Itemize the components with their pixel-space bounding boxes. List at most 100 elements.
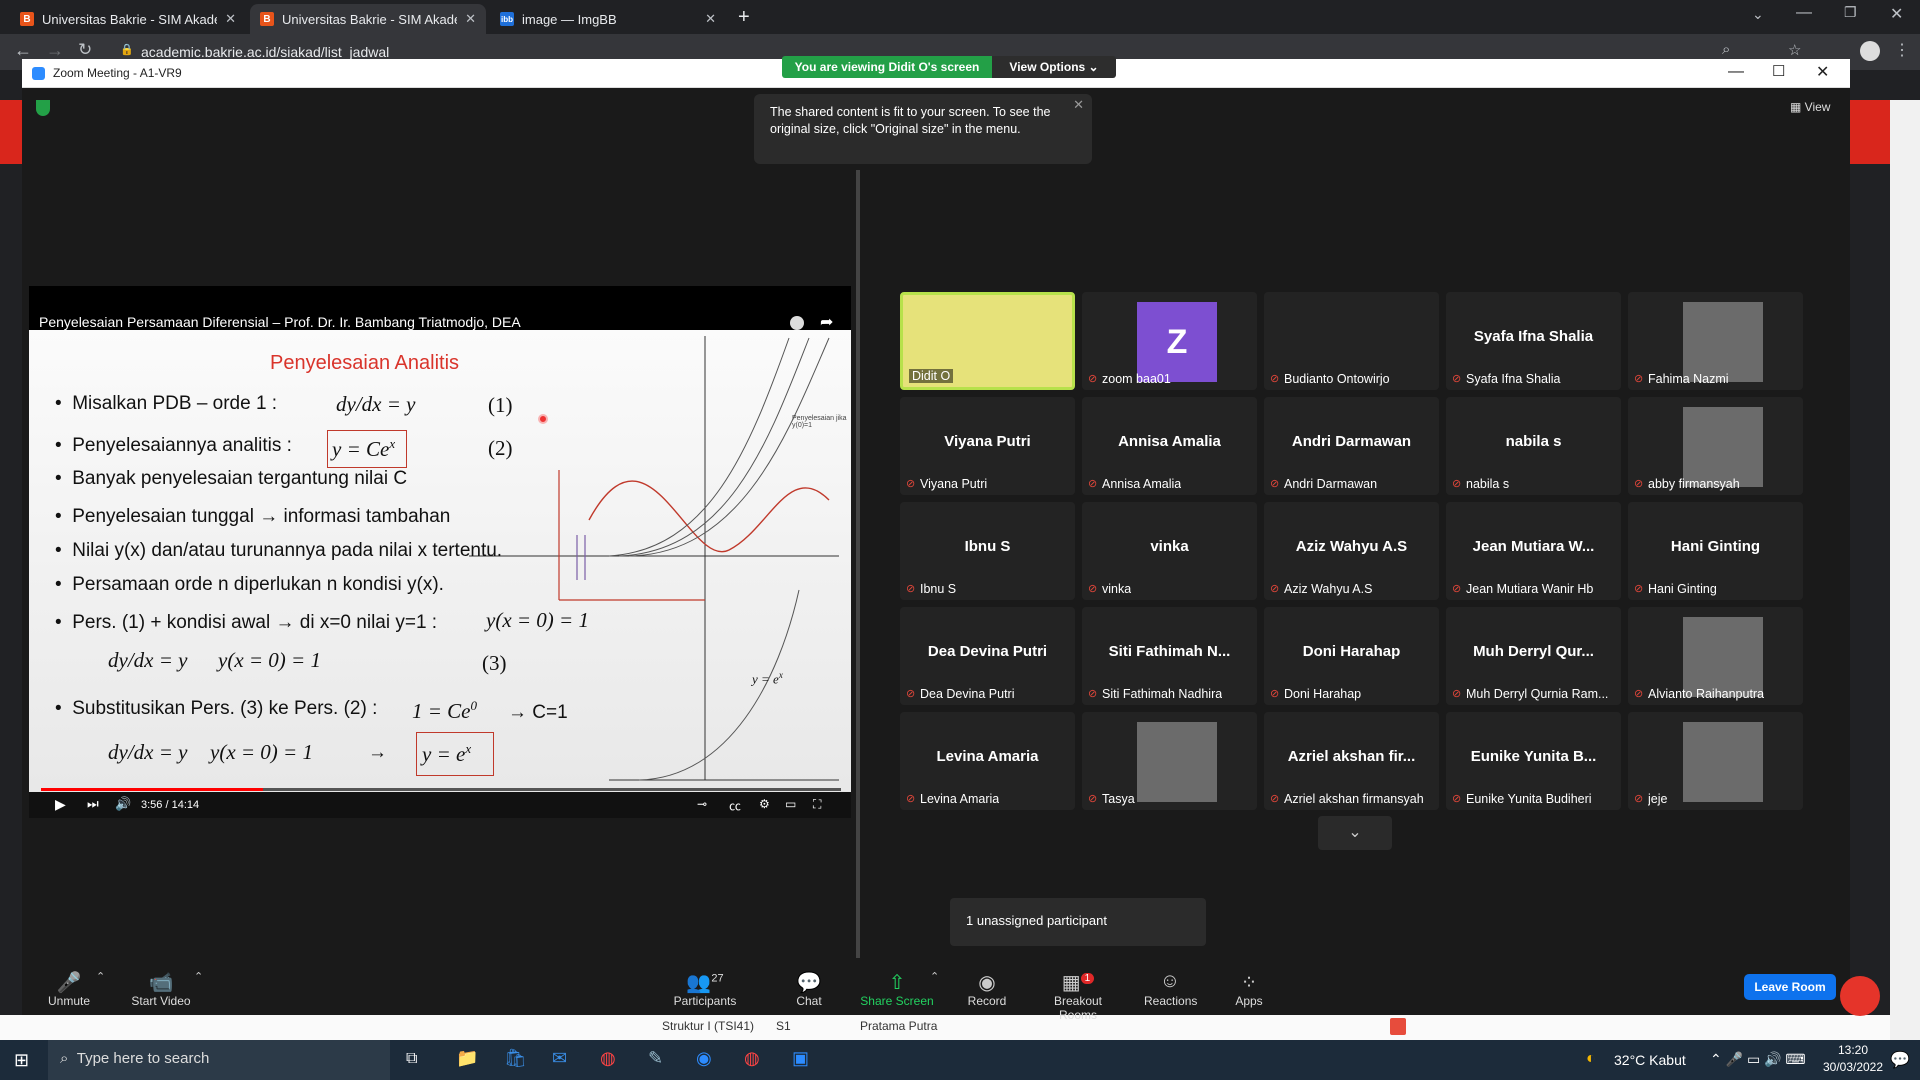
- participant-tile[interactable]: Hani Ginting ⊘ Hani Ginting: [1628, 502, 1803, 600]
- file-explorer-icon[interactable]: 📁: [456, 1048, 478, 1069]
- volume-icon[interactable]: 🔊: [115, 796, 131, 812]
- gallery-next-page-chevron-down-icon[interactable]: ⌄: [1318, 816, 1392, 850]
- tooltip-close-icon[interactable]: ✕: [1073, 96, 1084, 113]
- apps-button[interactable]: ⁘ Apps: [1234, 970, 1264, 1008]
- profile-avatar[interactable]: [1860, 41, 1880, 61]
- participant-tile[interactable]: Dea Devina Putri ⊘ Dea Devina Putri: [900, 607, 1075, 705]
- participant-tile[interactable]: Ibnu S ⊘ Ibnu S: [900, 502, 1075, 600]
- close-tab-icon[interactable]: ✕: [225, 11, 236, 27]
- participant-tile[interactable]: Muh Derryl Qur... ⊘ Muh Derryl Qurnia Ram.…: [1446, 607, 1621, 705]
- zoom-search-icon[interactable]: ⌕: [1722, 41, 1730, 58]
- watch-later-icon[interactable]: [790, 316, 804, 330]
- lock-icon[interactable]: 🔒: [120, 43, 134, 56]
- record-button[interactable]: ◉ Record: [966, 970, 1008, 1008]
- share-arrow-icon[interactable]: ➦: [820, 312, 833, 332]
- participant-tile[interactable]: Siti Fathimah N... ⊘ Siti Fathimah Nadhira: [1082, 607, 1257, 705]
- chrome-profile-icon[interactable]: ◍: [744, 1048, 760, 1069]
- unassigned-participant-popup[interactable]: 1 unassigned participant: [950, 898, 1206, 946]
- zoom-minimize-icon[interactable]: —: [1728, 63, 1744, 81]
- url-field[interactable]: academic.bakrie.ac.id/siakad/list_jadwal: [141, 44, 389, 60]
- weather-text[interactable]: 32°C Kabut: [1614, 1052, 1686, 1068]
- meeting-toolbar: [22, 958, 1850, 1015]
- share-options-chevron-icon[interactable]: ⌃: [930, 970, 939, 983]
- browser-tab-active[interactable]: B Universitas Bakrie - SIM Akadem ✕: [250, 4, 486, 34]
- next-icon[interactable]: ⏭: [87, 796, 99, 812]
- participant-tile[interactable]: Levina Amaria ⊘ Levina Amaria: [900, 712, 1075, 810]
- participant-tile[interactable]: Eunike Yunita B... ⊘ Eunike Yunita Budiher…: [1446, 712, 1621, 810]
- browser-tab[interactable]: B Universitas Bakrie - SIM Akadem ✕: [10, 4, 246, 34]
- participant-tile[interactable]: Doni Harahap ⊘ Doni Harahap: [1264, 607, 1439, 705]
- participant-tile[interactable]: Jean Mutiara W... ⊘ Jean Mutiara Wanir Hb: [1446, 502, 1621, 600]
- participant-tile[interactable]: ⊘ Fahima Nazmi: [1628, 292, 1803, 390]
- participant-tile[interactable]: ⊘ jeje: [1628, 712, 1803, 810]
- tab-search-icon[interactable]: ⌄: [1752, 6, 1764, 23]
- close-tab-icon[interactable]: ✕: [465, 11, 476, 27]
- weather-icon[interactable]: ◐: [1586, 1050, 1596, 1068]
- view-button[interactable]: ▦ View: [1790, 100, 1830, 114]
- participant-tile[interactable]: Azriel akshan fir... ⊘ Azriel akshan firma…: [1264, 712, 1439, 810]
- settings-gear-icon[interactable]: ⚙: [759, 797, 770, 811]
- chat-widget-icon[interactable]: [1840, 976, 1880, 1016]
- breakout-rooms-button[interactable]: ▦ 1 Breakout Rooms: [1034, 970, 1122, 1022]
- participant-tile[interactable]: vinka ⊘ vinka: [1082, 502, 1257, 600]
- view-options-button[interactable]: View Options ⌄: [992, 56, 1116, 78]
- splitter-handle[interactable]: [856, 170, 860, 960]
- close-window-icon[interactable]: ✕: [1890, 4, 1903, 24]
- participant-tile[interactable]: ⊘ Tasya: [1082, 712, 1257, 810]
- restore-icon[interactable]: ❐: [1844, 4, 1857, 21]
- remote-app-icon[interactable]: ◉: [696, 1048, 712, 1069]
- notifications-icon[interactable]: 💬: [1890, 1050, 1910, 1070]
- app-icon[interactable]: ✎: [648, 1048, 663, 1069]
- participants-button[interactable]: 👥27 Participants: [672, 970, 738, 1008]
- menu-kebab-icon[interactable]: ⋮: [1894, 40, 1910, 60]
- task-view-icon[interactable]: ⧉: [406, 1050, 417, 1068]
- video-progress-track[interactable]: [41, 788, 841, 791]
- participant-tile[interactable]: Andri Darmawan ⊘ Andri Darmawan: [1264, 397, 1439, 495]
- forward-icon[interactable]: →: [46, 40, 64, 61]
- zoom-maximize-icon[interactable]: ☐: [1772, 62, 1785, 80]
- minimize-icon[interactable]: —: [1796, 4, 1812, 22]
- delete-icon[interactable]: [1390, 1018, 1406, 1035]
- store-icon[interactable]: 🛍: [504, 1048, 527, 1069]
- leave-room-button[interactable]: Leave Room: [1744, 974, 1836, 1000]
- chat-button[interactable]: 💬 Chat: [790, 970, 828, 1008]
- close-tab-icon[interactable]: ✕: [705, 11, 716, 27]
- captions-icon[interactable]: ㏄: [729, 797, 741, 814]
- mail-icon[interactable]: ✉: [552, 1048, 567, 1069]
- browser-tab[interactable]: ibb image — ImgBB ✕: [490, 4, 726, 34]
- encryption-shield-icon[interactable]: [36, 100, 50, 116]
- audio-options-chevron-icon[interactable]: ⌃: [96, 970, 105, 983]
- clock-time[interactable]: 13:20: [1818, 1043, 1888, 1057]
- clock-date[interactable]: 30/03/2022: [1818, 1060, 1888, 1074]
- new-tab-icon[interactable]: +: [738, 6, 750, 29]
- unmute-button[interactable]: 🎤 Unmute: [44, 970, 94, 1008]
- participant-tile[interactable]: Syafa Ifna Shalia ⊘ Syafa Ifna Shalia: [1446, 292, 1621, 390]
- participant-tile[interactable]: nabila s ⊘ nabila s: [1446, 397, 1621, 495]
- participant-tile[interactable]: Didit O: [900, 292, 1075, 390]
- share-screen-button[interactable]: ⇧ Share Screen: [860, 970, 934, 1008]
- video-options-chevron-icon[interactable]: ⌃: [194, 970, 203, 983]
- page-scrollbar[interactable]: [1890, 100, 1920, 1040]
- back-icon[interactable]: ←: [14, 40, 32, 61]
- reload-icon[interactable]: ↻: [78, 40, 92, 60]
- play-icon[interactable]: ▶: [55, 796, 66, 813]
- fullscreen-icon[interactable]: ⛶: [813, 797, 821, 812]
- zoom-app-icon[interactable]: ▣: [792, 1048, 809, 1069]
- windows-start-icon[interactable]: ⊞: [14, 1050, 29, 1071]
- participant-tile[interactable]: Aziz Wahyu A.S ⊘ Aziz Wahyu A.S: [1264, 502, 1439, 600]
- participant-tile[interactable]: ⊘ Alvianto Raihanputra: [1628, 607, 1803, 705]
- autoplay-toggle-icon[interactable]: ⊸: [697, 797, 707, 811]
- zoom-close-icon[interactable]: ✕: [1816, 62, 1829, 82]
- taskbar-search-box[interactable]: ⌕ Type here to search: [48, 1040, 390, 1080]
- participant-tile[interactable]: ⊘ abby firmansyah: [1628, 397, 1803, 495]
- chrome-icon[interactable]: ◍: [600, 1048, 616, 1069]
- participant-tile[interactable]: ⊘ Budianto Ontowirjo: [1264, 292, 1439, 390]
- participant-tile[interactable]: Z ⊘ zoom baa01: [1082, 292, 1257, 390]
- bookmark-star-icon[interactable]: ☆: [1788, 41, 1801, 59]
- reactions-button[interactable]: ☺ Reactions: [1144, 970, 1197, 1008]
- tray-icons[interactable]: ⌃ 🎤 ▭ 🔊 ⌨: [1710, 1051, 1806, 1068]
- participant-tile[interactable]: Viyana Putri ⊘ Viyana Putri: [900, 397, 1075, 495]
- start-video-button[interactable]: 📹 Start Video: [130, 970, 192, 1008]
- participant-tile[interactable]: Annisa Amalia ⊘ Annisa Amalia: [1082, 397, 1257, 495]
- miniplayer-icon[interactable]: ▭: [785, 797, 796, 811]
